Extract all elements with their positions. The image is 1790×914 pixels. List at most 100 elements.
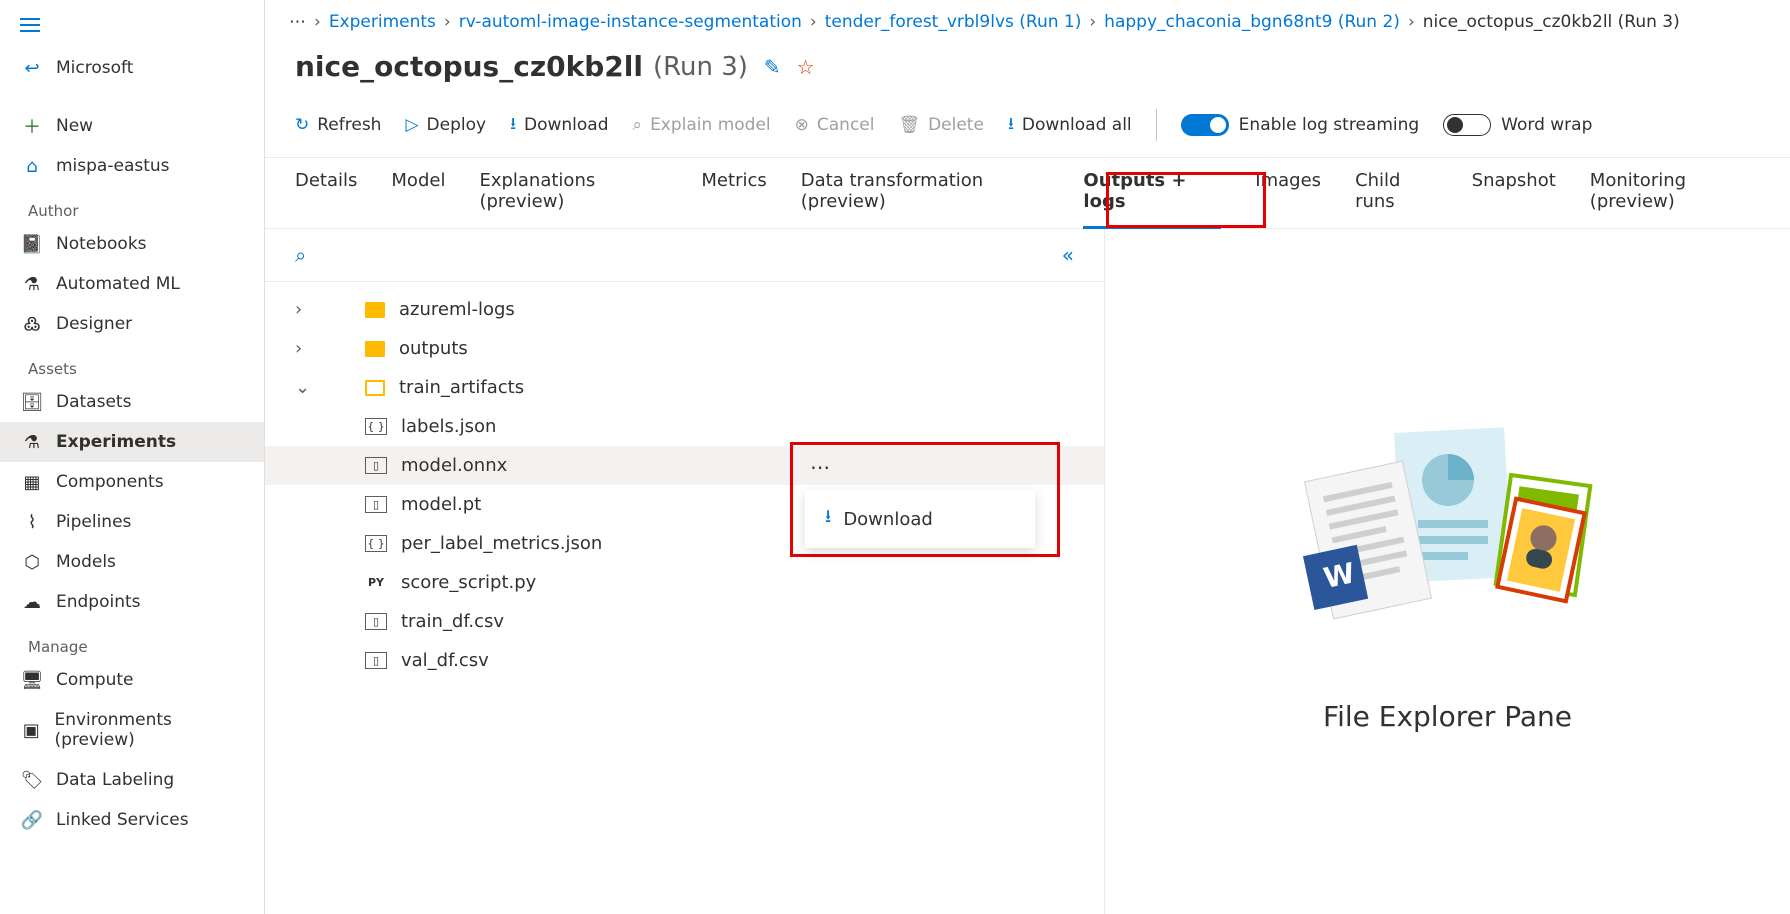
back-microsoft[interactable]: ↩ Microsoft	[0, 48, 264, 88]
tab-snapshot[interactable]: Snapshot	[1472, 170, 1556, 228]
sidebar-item-pipelines[interactable]: ⌇Pipelines	[0, 502, 264, 542]
delete-button: 🗑Delete	[898, 115, 983, 135]
chevron-right-icon: ›	[444, 12, 451, 32]
file-icon: ▯	[365, 652, 387, 669]
download-icon: ⭳	[825, 504, 831, 534]
pipelines-icon: ⌇	[22, 512, 42, 532]
automl-icon: ⚗	[22, 274, 42, 294]
download-icon: ⭳	[1008, 111, 1014, 140]
search-icon: ⌕	[633, 115, 643, 135]
download-button[interactable]: ⭳Download	[510, 111, 608, 140]
favorite-star-icon[interactable]: ☆	[797, 55, 815, 79]
breadcrumb-item[interactable]: rv-automl-image-instance-segmentation	[459, 12, 802, 32]
page-title-row: nice_octopus_cz0kb2ll (Run 3) ✎ ☆	[265, 42, 1790, 101]
designer-icon: ߷	[22, 314, 42, 334]
file-context-menu: ⭳ Download	[805, 490, 1035, 548]
tab-data-transformation[interactable]: Data transformation (preview)	[801, 170, 1050, 228]
folder-open-icon	[365, 380, 385, 396]
breadcrumb-current: nice_octopus_cz0kb2ll (Run 3)	[1423, 12, 1680, 32]
file-tree-panel: ⌕ « ›azureml-logs ›outputs ⌄train_artifa…	[265, 229, 1105, 914]
page-title: nice_octopus_cz0kb2ll	[295, 50, 643, 83]
tree-file[interactable]: { }labels.json	[265, 407, 1104, 446]
refresh-button[interactable]: ↻Refresh	[295, 115, 381, 135]
cancel-button: ⊗Cancel	[795, 115, 875, 135]
page-title-suffix: (Run 3)	[653, 52, 748, 82]
labeling-icon: 🏷	[22, 770, 42, 790]
breadcrumb-more-icon[interactable]: ⋯	[289, 12, 306, 32]
plus-icon: ＋	[22, 116, 42, 136]
tab-images[interactable]: Images	[1255, 170, 1321, 228]
cancel-icon: ⊗	[795, 115, 809, 135]
tab-details[interactable]: Details	[295, 170, 357, 228]
breadcrumb: ⋯ › Experiments › rv-automl-image-instan…	[265, 0, 1790, 42]
chevron-right-icon: ›	[1408, 12, 1415, 32]
download-all-button[interactable]: ⭳Download all	[1008, 111, 1132, 140]
sidebar-item-components[interactable]: ▦Components	[0, 462, 264, 502]
log-streaming-toggle[interactable]	[1181, 114, 1229, 136]
word-wrap-toggle[interactable]	[1443, 114, 1491, 136]
section-manage: Manage	[0, 622, 264, 660]
sidebar-item-linkedservices[interactable]: 🔗Linked Services	[0, 800, 264, 840]
models-icon: ⬡	[22, 552, 42, 572]
file-icon: ▯	[365, 613, 387, 630]
sidebar-item-designer[interactable]: ߷Designer	[0, 304, 264, 344]
sidebar-item-environments[interactable]: ▣Environments (preview)	[0, 700, 264, 760]
sidebar-item-models[interactable]: ⬡Models	[0, 542, 264, 582]
deploy-button[interactable]: ▷Deploy	[405, 115, 486, 135]
sidebar-item-automl[interactable]: ⚗Automated ML	[0, 264, 264, 304]
file-icon: ▯	[365, 457, 387, 474]
preview-title: File Explorer Pane	[1323, 700, 1572, 733]
components-icon: ▦	[22, 472, 42, 492]
sidebar-item-datasets[interactable]: 🗄Datasets	[0, 382, 264, 422]
sidebar-item-notebooks[interactable]: 📓Notebooks	[0, 224, 264, 264]
notebook-icon: 📓	[22, 234, 42, 254]
tab-outputs-logs[interactable]: Outputs + logs	[1083, 170, 1221, 228]
context-menu-download[interactable]: ⭳ Download	[805, 490, 1035, 548]
environments-icon: ▣	[22, 720, 40, 740]
tree-folder[interactable]: ›azureml-logs	[265, 290, 1104, 329]
home-icon: ⌂	[22, 156, 42, 176]
file-preview-pane: W File Explorer Pane	[1105, 229, 1790, 914]
edit-icon[interactable]: ✎	[764, 55, 781, 79]
chevron-right-icon: ›	[810, 12, 817, 32]
datasets-icon: 🗄	[22, 392, 42, 412]
sidebar-item-compute[interactable]: 🖥Compute	[0, 660, 264, 700]
link-icon: 🔗	[22, 810, 42, 830]
chevron-down-icon: ⌄	[295, 377, 313, 398]
collapse-panel-icon[interactable]: «	[1062, 243, 1074, 267]
sidebar-item-datalabeling[interactable]: 🏷Data Labeling	[0, 760, 264, 800]
hamburger-menu-icon[interactable]	[20, 18, 44, 42]
tree-file[interactable]: ▯val_df.csv	[265, 641, 1104, 680]
sidebar-item-experiments[interactable]: ⚗Experiments	[0, 422, 264, 462]
folder-icon	[365, 302, 385, 318]
search-icon[interactable]: ⌕	[295, 243, 306, 267]
tab-child-runs[interactable]: Child runs	[1355, 170, 1438, 228]
json-file-icon: { }	[365, 418, 387, 435]
tab-metrics[interactable]: Metrics	[701, 170, 766, 228]
toolbar: ↻Refresh ▷Deploy ⭳Download ⌕Explain mode…	[265, 101, 1790, 158]
file-more-button[interactable]: ⋯	[805, 452, 835, 482]
toolbar-separator	[1156, 109, 1157, 141]
refresh-icon: ↻	[295, 115, 309, 135]
tab-explanations[interactable]: Explanations (preview)	[479, 170, 667, 228]
back-label: Microsoft	[56, 58, 133, 78]
file-icon: ▯	[365, 496, 387, 513]
sidebar-item-endpoints[interactable]: ☁Endpoints	[0, 582, 264, 622]
workspace-link[interactable]: ⌂ mispa-eastus	[0, 146, 264, 186]
breadcrumb-item[interactable]: tender_forest_vrbl9lvs (Run 1)	[825, 12, 1082, 32]
tree-folder[interactable]: ⌄train_artifacts	[265, 368, 1104, 407]
tab-monitoring[interactable]: Monitoring (preview)	[1590, 170, 1760, 228]
breadcrumb-item[interactable]: happy_chaconia_bgn68nt9 (Run 2)	[1104, 12, 1400, 32]
main-content: ⋯ › Experiments › rv-automl-image-instan…	[265, 0, 1790, 914]
tab-model[interactable]: Model	[391, 170, 445, 228]
tree-file[interactable]: PYscore_script.py	[265, 563, 1104, 602]
tree-file[interactable]: ▯train_df.csv	[265, 602, 1104, 641]
tree-file[interactable]: ▯model.onnx	[265, 446, 1104, 485]
new-button[interactable]: ＋ New	[0, 106, 264, 146]
python-file-icon: PY	[365, 575, 387, 590]
sidebar: ↩ Microsoft ＋ New ⌂ mispa-eastus Author …	[0, 0, 265, 914]
breadcrumb-item[interactable]: Experiments	[329, 12, 436, 32]
chevron-right-icon: ›	[295, 299, 313, 320]
tree-folder[interactable]: ›outputs	[265, 329, 1104, 368]
file-explorer-illustration-icon: W	[1288, 410, 1608, 670]
